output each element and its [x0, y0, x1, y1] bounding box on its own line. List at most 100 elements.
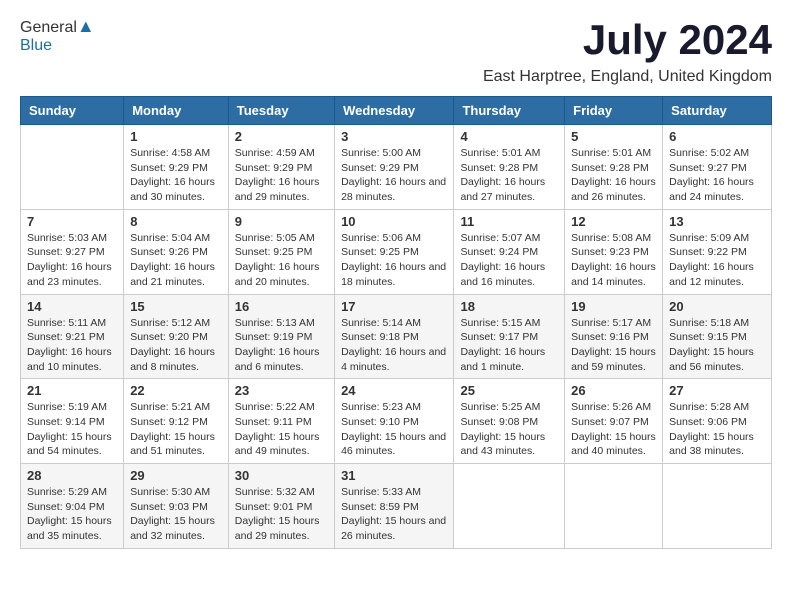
sunrise: Sunrise: 5:04 AM: [130, 232, 210, 244]
sunrise: Sunrise: 5:13 AM: [235, 317, 315, 329]
sunrise: Sunrise: 5:22 AM: [235, 401, 315, 413]
calendar-cell: 25 Sunrise: 5:25 AM Sunset: 9:08 PM Dayl…: [454, 379, 565, 464]
daylight: Daylight: 15 hours and 56 minutes.: [669, 346, 754, 373]
calendar-cell: 13 Sunrise: 5:09 AM Sunset: 9:22 PM Dayl…: [663, 209, 772, 294]
header: General▲ Blue July 2024: [20, 16, 772, 64]
calendar-week-row: 21 Sunrise: 5:19 AM Sunset: 9:14 PM Dayl…: [21, 379, 772, 464]
day-number: 12: [571, 214, 656, 229]
calendar-cell: [454, 464, 565, 549]
day-number: 6: [669, 129, 765, 144]
sunrise: Sunrise: 5:15 AM: [460, 317, 540, 329]
daylight: Daylight: 16 hours and 10 minutes.: [27, 346, 112, 373]
day-number: 17: [341, 299, 447, 314]
calendar-cell: 20 Sunrise: 5:18 AM Sunset: 9:15 PM Dayl…: [663, 294, 772, 379]
calendar-cell: 12 Sunrise: 5:08 AM Sunset: 9:23 PM Dayl…: [565, 209, 663, 294]
sunrise: Sunrise: 5:18 AM: [669, 317, 749, 329]
day-info: Sunrise: 5:09 AM Sunset: 9:22 PM Dayligh…: [669, 231, 765, 290]
day-info: Sunrise: 5:07 AM Sunset: 9:24 PM Dayligh…: [460, 231, 558, 290]
sunset: Sunset: 9:29 PM: [130, 162, 208, 174]
calendar-week-row: 14 Sunrise: 5:11 AM Sunset: 9:21 PM Dayl…: [21, 294, 772, 379]
daylight: Daylight: 16 hours and 24 minutes.: [669, 176, 754, 203]
calendar-cell: [21, 125, 124, 210]
sunset: Sunset: 9:28 PM: [460, 162, 538, 174]
sunset: Sunset: 9:20 PM: [130, 331, 208, 343]
daylight: Daylight: 16 hours and 14 minutes.: [571, 261, 656, 288]
day-number: 29: [130, 468, 222, 483]
day-number: 15: [130, 299, 222, 314]
calendar-cell: 30 Sunrise: 5:32 AM Sunset: 9:01 PM Dayl…: [228, 464, 334, 549]
sunset: Sunset: 9:26 PM: [130, 246, 208, 258]
calendar-cell: 17 Sunrise: 5:14 AM Sunset: 9:18 PM Dayl…: [335, 294, 454, 379]
daylight: Daylight: 16 hours and 4 minutes.: [341, 346, 446, 373]
sunset: Sunset: 9:21 PM: [27, 331, 105, 343]
calendar-cell: 9 Sunrise: 5:05 AM Sunset: 9:25 PM Dayli…: [228, 209, 334, 294]
sunset: Sunset: 9:11 PM: [235, 416, 312, 428]
sunset: Sunset: 9:12 PM: [130, 416, 208, 428]
day-number: 3: [341, 129, 447, 144]
logo-general: General: [20, 19, 77, 36]
calendar-cell: 18 Sunrise: 5:15 AM Sunset: 9:17 PM Dayl…: [454, 294, 565, 379]
col-sunday: Sunday: [21, 97, 124, 125]
sunrise: Sunrise: 5:12 AM: [130, 317, 210, 329]
day-info: Sunrise: 5:12 AM Sunset: 9:20 PM Dayligh…: [130, 316, 222, 375]
sunset: Sunset: 9:10 PM: [341, 416, 419, 428]
day-info: Sunrise: 5:04 AM Sunset: 9:26 PM Dayligh…: [130, 231, 222, 290]
sunrise: Sunrise: 5:02 AM: [669, 147, 749, 159]
sunrise: Sunrise: 5:21 AM: [130, 401, 210, 413]
day-info: Sunrise: 5:26 AM Sunset: 9:07 PM Dayligh…: [571, 400, 656, 459]
daylight: Daylight: 15 hours and 46 minutes.: [341, 431, 446, 458]
sunrise: Sunrise: 5:28 AM: [669, 401, 749, 413]
sunset: Sunset: 9:27 PM: [27, 246, 105, 258]
day-number: 11: [460, 214, 558, 229]
daylight: Daylight: 16 hours and 29 minutes.: [235, 176, 320, 203]
sunset: Sunset: 9:01 PM: [235, 501, 313, 513]
day-number: 24: [341, 383, 447, 398]
sunset: Sunset: 9:14 PM: [27, 416, 105, 428]
day-number: 7: [27, 214, 117, 229]
day-number: 20: [669, 299, 765, 314]
day-number: 5: [571, 129, 656, 144]
day-number: 28: [27, 468, 117, 483]
calendar-cell: 19 Sunrise: 5:17 AM Sunset: 9:16 PM Dayl…: [565, 294, 663, 379]
sunset: Sunset: 9:18 PM: [341, 331, 419, 343]
day-number: 18: [460, 299, 558, 314]
calendar-body: 1 Sunrise: 4:58 AM Sunset: 9:29 PM Dayli…: [21, 125, 772, 549]
day-info: Sunrise: 5:33 AM Sunset: 8:59 PM Dayligh…: [341, 485, 447, 544]
sunrise: Sunrise: 5:01 AM: [460, 147, 540, 159]
day-info: Sunrise: 5:02 AM Sunset: 9:27 PM Dayligh…: [669, 146, 765, 205]
location: East Harptree, England, United Kingdom: [20, 68, 772, 86]
daylight: Daylight: 16 hours and 23 minutes.: [27, 261, 112, 288]
sunset: Sunset: 9:19 PM: [235, 331, 313, 343]
calendar-cell: 2 Sunrise: 4:59 AM Sunset: 9:29 PM Dayli…: [228, 125, 334, 210]
calendar-cell: 10 Sunrise: 5:06 AM Sunset: 9:25 PM Dayl…: [335, 209, 454, 294]
calendar-cell: 27 Sunrise: 5:28 AM Sunset: 9:06 PM Dayl…: [663, 379, 772, 464]
day-info: Sunrise: 5:15 AM Sunset: 9:17 PM Dayligh…: [460, 316, 558, 375]
day-info: Sunrise: 5:21 AM Sunset: 9:12 PM Dayligh…: [130, 400, 222, 459]
sunset: Sunset: 9:25 PM: [235, 246, 313, 258]
sunset: Sunset: 9:17 PM: [460, 331, 538, 343]
calendar-cell: 16 Sunrise: 5:13 AM Sunset: 9:19 PM Dayl…: [228, 294, 334, 379]
daylight: Daylight: 16 hours and 1 minute.: [460, 346, 545, 373]
sunrise: Sunrise: 5:23 AM: [341, 401, 421, 413]
sunset: Sunset: 9:07 PM: [571, 416, 649, 428]
logo-icon: ▲: [77, 16, 95, 36]
calendar-cell: [663, 464, 772, 549]
sunrise: Sunrise: 5:11 AM: [27, 317, 106, 329]
daylight: Daylight: 15 hours and 51 minutes.: [130, 431, 215, 458]
calendar-cell: [565, 464, 663, 549]
day-number: 4: [460, 129, 558, 144]
calendar-cell: 31 Sunrise: 5:33 AM Sunset: 8:59 PM Dayl…: [335, 464, 454, 549]
day-number: 31: [341, 468, 447, 483]
sunrise: Sunrise: 5:07 AM: [460, 232, 540, 244]
calendar-week-row: 28 Sunrise: 5:29 AM Sunset: 9:04 PM Dayl…: [21, 464, 772, 549]
daylight: Daylight: 16 hours and 8 minutes.: [130, 346, 215, 373]
logo-text: General▲ Blue: [20, 16, 95, 55]
day-number: 16: [235, 299, 328, 314]
calendar-cell: 23 Sunrise: 5:22 AM Sunset: 9:11 PM Dayl…: [228, 379, 334, 464]
sunrise: Sunrise: 5:33 AM: [341, 486, 421, 498]
sunset: Sunset: 9:23 PM: [571, 246, 649, 258]
sunrise: Sunrise: 5:25 AM: [460, 401, 540, 413]
day-number: 14: [27, 299, 117, 314]
day-info: Sunrise: 5:32 AM Sunset: 9:01 PM Dayligh…: [235, 485, 328, 544]
day-number: 22: [130, 383, 222, 398]
